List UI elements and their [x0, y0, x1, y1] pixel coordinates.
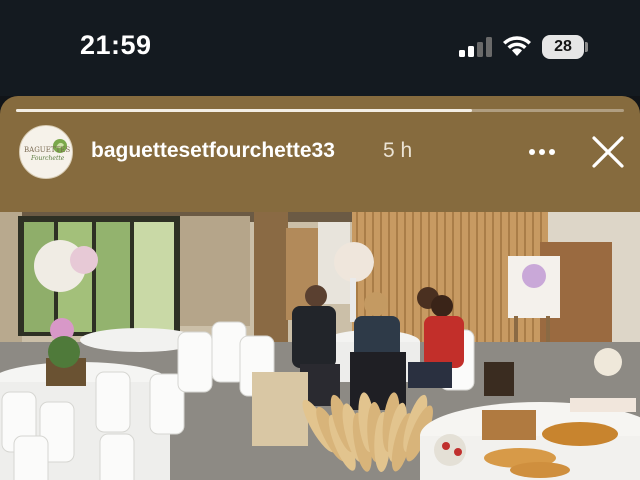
photo-slat [492, 212, 494, 362]
story-progress-fill [16, 109, 472, 112]
photo-bread [510, 462, 570, 478]
photo-stone-pillar [180, 216, 250, 326]
photo-guest-legs [408, 362, 452, 388]
avatar[interactable]: BAGUETTES ET Fourchette [19, 125, 73, 179]
status-bar: 21:59 28 [0, 0, 640, 96]
photo-guest-body [292, 306, 336, 368]
avatar-logo-line1: BAGUETTES ET [24, 146, 72, 154]
more-options-icon[interactable] [528, 148, 556, 156]
photo-flowers [334, 242, 374, 282]
photo-rose [442, 442, 450, 450]
photo-pie [542, 422, 618, 446]
photo-guest-body [424, 316, 464, 368]
photo-slat [500, 212, 502, 362]
status-time: 21:59 [80, 30, 152, 60]
photo-flowers [70, 246, 98, 274]
photo-window-pane [134, 222, 174, 332]
photo-chair [95, 371, 131, 433]
photo-chair [13, 435, 49, 480]
avatar-logo-line2: Fourchette [31, 155, 65, 162]
photo-plant [48, 336, 80, 368]
photo-slat [420, 212, 422, 362]
photo-window-pane [96, 222, 130, 332]
wifi-icon [503, 36, 531, 56]
photo-chair [177, 331, 213, 393]
photo-guest-head [431, 295, 453, 317]
story-username[interactable]: baguettesetfourchette33 [91, 139, 335, 163]
story-timestamp: 5 h [383, 139, 413, 162]
photo-vase [350, 278, 356, 322]
photo-slat [484, 212, 486, 362]
photo-dessert-row [570, 398, 636, 412]
photo-easel-heart [522, 264, 546, 288]
photo-wood-board [482, 410, 536, 440]
story-photo [0, 212, 640, 480]
photo-guest-head [364, 292, 388, 316]
battery-icon: 28 [542, 35, 584, 59]
photo-slat [476, 212, 478, 362]
photo-rose [454, 448, 462, 456]
story-progress-bar [16, 109, 624, 112]
battery-level: 28 [554, 38, 572, 55]
photo-stone-plinth [252, 372, 308, 446]
close-icon[interactable] [590, 134, 626, 170]
battery-tip [585, 42, 588, 52]
story-viewer[interactable]: BAGUETTES ET Fourchette baguettesetfourc… [0, 96, 640, 480]
photo-guest-head [305, 285, 327, 307]
photo-lantern [484, 362, 514, 396]
photo-flowers [594, 348, 622, 376]
photo-chair [99, 433, 135, 480]
cellular-signal-icon [459, 37, 492, 57]
